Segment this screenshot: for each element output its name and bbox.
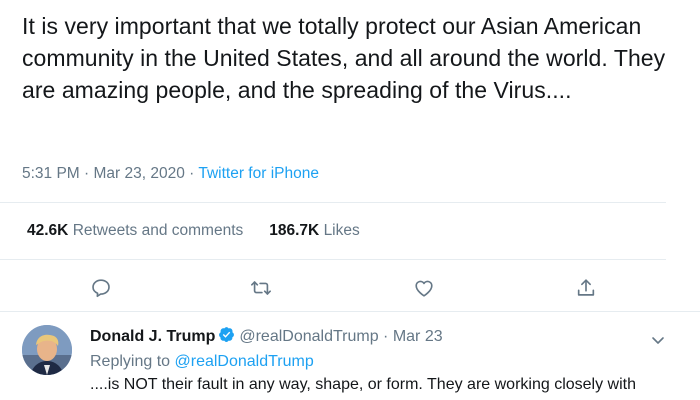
replying-to: Replying to @realDonaldTrump [90,353,314,371]
divider [0,202,666,203]
avatar[interactable] [22,325,72,375]
tweet-meta: 5:31 PM · Mar 23, 2020 · Twitter for iPh… [22,165,319,185]
reply-button[interactable] [88,275,114,301]
likes-stat[interactable]: 186.7K Likes [269,222,359,239]
share-button[interactable] [573,275,599,301]
tweet-source-link[interactable]: Twitter for iPhone [198,165,319,182]
replying-to-prefix: Replying to [90,353,175,370]
retweets-stat[interactable]: 42.6K Retweets and comments [27,222,243,239]
reply-author-handle[interactable]: @realDonaldTrump [239,328,378,345]
meta-separator-2: · [184,165,199,182]
share-icon [577,279,595,296]
reply-text: ....is NOT their fault in any way, shape… [90,376,636,393]
tweet-time[interactable]: 5:31 PM [22,165,80,182]
divider [0,259,666,260]
reply-author-name[interactable]: Donald J. Trump [90,328,215,345]
chevron-down-icon [652,337,664,344]
retweets-count: 42.6K [27,222,69,239]
likes-count: 186.7K [269,222,320,239]
more-options-button[interactable] [648,330,668,350]
reply-date[interactable]: Mar 23 [393,328,443,345]
likes-label: Likes [323,222,360,239]
retweet-icon [251,281,271,295]
like-button[interactable] [411,275,437,301]
tweet-text: It is very important that we totally pro… [22,13,666,103]
tweet-date[interactable]: Mar 23, 2020 [94,165,185,182]
like-icon [415,280,433,297]
replying-to-mention-link[interactable]: @realDonaldTrump [175,353,314,370]
retweet-button[interactable] [248,275,274,301]
tweet-stats: 42.6K Retweets and comments 186.7K Likes [27,222,360,240]
meta-separator: · [79,165,94,182]
reply-icon [92,279,110,298]
reply-tweet[interactable]: Donald J. Trump @realDonaldTrump · Mar 23… [0,312,700,400]
verified-badge-icon [219,327,235,342]
retweets-label: Retweets and comments [72,222,244,239]
reply-header: Donald J. Trump @realDonaldTrump · Mar 23 [90,326,443,346]
meta-separator: · [378,328,393,345]
